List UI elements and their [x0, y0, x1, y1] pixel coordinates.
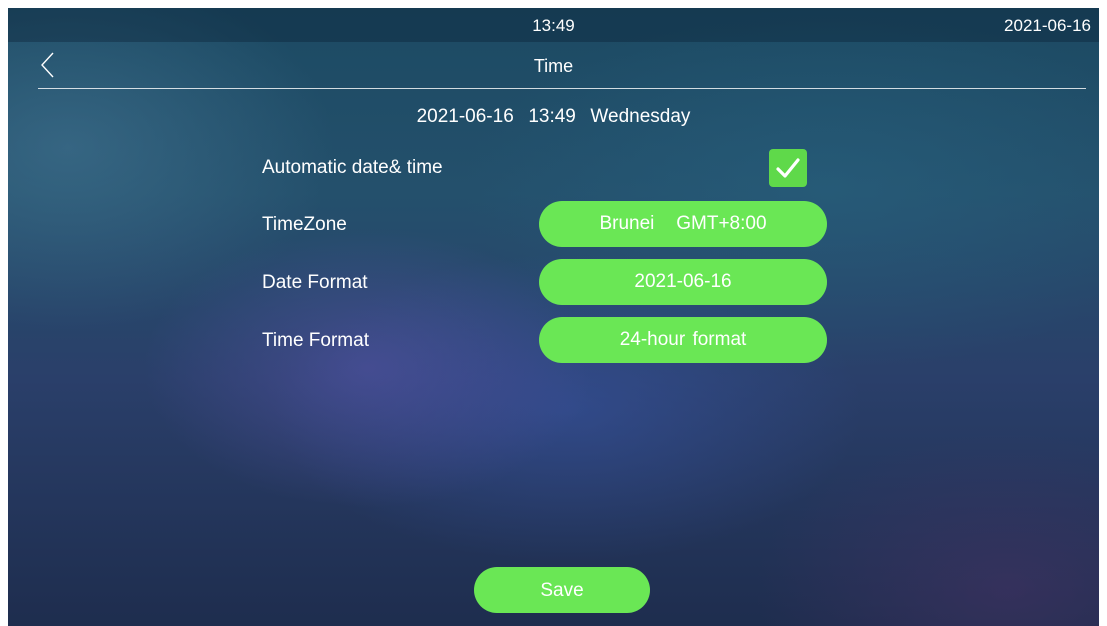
date-format-label: Date Format [262, 272, 368, 293]
status-date: 2021-06-16 [1004, 16, 1091, 35]
timezone-select[interactable]: Brunei GMT+8:00 [539, 201, 827, 247]
header: Time [8, 42, 1099, 88]
current-datetime: 2021-06-16 13:49 Wednesday [416, 106, 691, 127]
status-bar: 13:49 2021-06-16 [8, 8, 1099, 42]
header-divider [38, 88, 1086, 89]
status-time: 13:49 [532, 16, 575, 35]
date-format-select[interactable]: 2021-06-16 [539, 259, 827, 305]
timezone-label: TimeZone [262, 214, 347, 235]
automatic-datetime-label: Automatic date& time [262, 157, 443, 178]
automatic-datetime-checkbox[interactable] [769, 149, 807, 187]
time-format-label: Time Format [262, 330, 369, 351]
checkmark-icon [776, 158, 800, 178]
page-title: Time [533, 56, 574, 76]
time-settings-screen: 13:49 2021-06-16 Time 2021-06-16 13:49 W… [8, 8, 1099, 626]
save-button[interactable]: Save [474, 567, 650, 613]
time-format-select[interactable]: 24-hour format [539, 317, 827, 363]
